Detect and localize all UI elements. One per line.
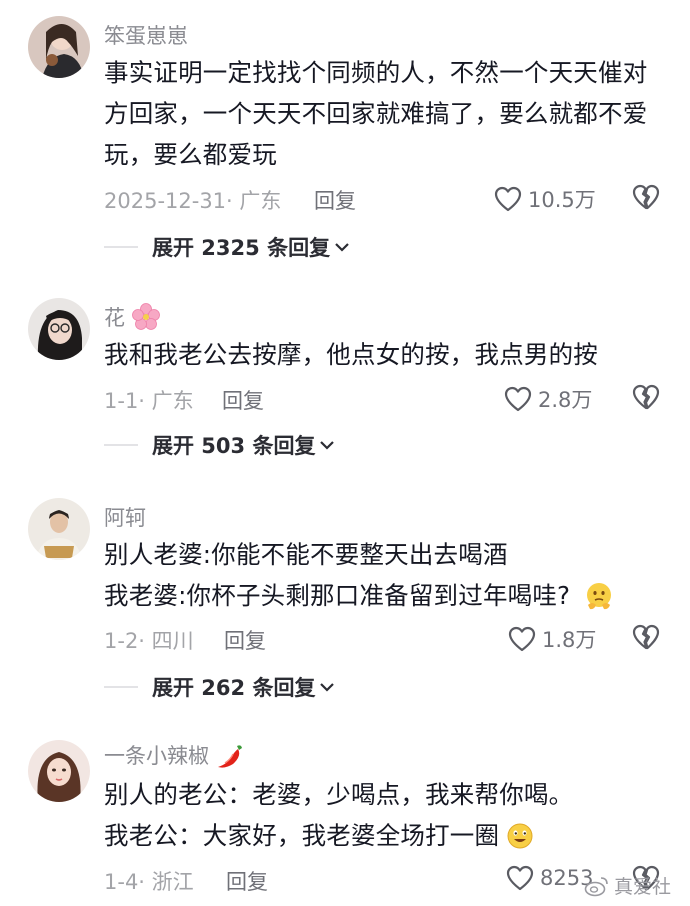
watermark: 真爱社 — [584, 872, 671, 899]
reply-button[interactable]: 回复 — [314, 185, 356, 215]
broken-heart-icon — [632, 384, 660, 410]
comment-date-location: 1-1· 广东 — [104, 389, 194, 413]
comment-text: 我和我老公去按摩，他点女的按，我点男的按 — [104, 334, 669, 375]
weibo-logo-icon — [584, 876, 608, 896]
username[interactable]: 阿轲 — [104, 502, 146, 532]
comment-text: 事实证明一定找找个同频的人，不然一个天天催对 方回家，一个天天不回家就难搞了，要… — [104, 52, 669, 175]
comment-line: 方回家，一个天天不回家就难搞了，要么就都不爱 — [104, 99, 648, 128]
divider — [104, 686, 138, 688]
comment-line: 事实证明一定找找个同频的人，不然一个天天催对 — [104, 58, 648, 87]
watermark-text: 真爱社 — [614, 876, 672, 898]
username-text: 阿轲 — [104, 506, 146, 530]
username[interactable]: 花 — [104, 302, 161, 332]
comment-date-location: 1-4· 浙江 — [104, 870, 194, 894]
avatar[interactable] — [28, 498, 90, 560]
like-button[interactable]: 10.5万 — [494, 184, 596, 214]
chili-pepper-icon — [218, 745, 242, 768]
avatar[interactable] — [28, 298, 90, 360]
comment-line: 玩，要么都爱玩 — [104, 140, 277, 169]
expand-replies-button[interactable]: 展开 2325 条回复 — [104, 232, 350, 262]
divider — [104, 246, 138, 248]
divider — [104, 444, 138, 446]
avatar[interactable] — [28, 16, 90, 78]
grinning-emoji-icon — [507, 823, 533, 848]
like-count: 2.8万 — [538, 388, 593, 412]
broken-heart-icon — [632, 184, 660, 210]
heart-icon — [506, 865, 534, 891]
reply-button[interactable]: 回复 — [226, 866, 268, 896]
cherry-blossom-icon — [132, 303, 160, 330]
dislike-button[interactable] — [632, 183, 660, 211]
like-button[interactable]: 8253 — [506, 865, 593, 891]
username[interactable]: 一条小辣椒 — [104, 740, 245, 770]
broken-heart-icon — [632, 624, 660, 650]
comment-date-location: 1-2· 四川 — [104, 629, 194, 653]
dislike-button[interactable] — [632, 623, 660, 651]
heart-icon — [494, 186, 522, 212]
username[interactable]: 笨蛋崽崽 — [104, 20, 188, 50]
chevron-down-icon — [335, 243, 349, 252]
comment-line: 我老公：大家好，我老婆全场打一圈 — [104, 815, 669, 856]
username-text: 花 — [104, 306, 125, 330]
like-button[interactable]: 1.8万 — [508, 624, 596, 654]
thinking-emoji-icon — [587, 582, 612, 609]
comment-line: 我和我老公去按摩，他点女的按，我点男的按 — [104, 340, 598, 369]
username-text: 一条小辣椒 — [104, 744, 209, 768]
like-count: 1.8万 — [542, 628, 597, 652]
avatar[interactable] — [28, 740, 90, 802]
username-text: 笨蛋崽崽 — [104, 24, 188, 48]
heart-icon — [504, 386, 532, 412]
comment-line: 我老婆:你杯子头剩那口准备留到过年喝哇? — [104, 575, 669, 616]
expand-replies-label: 展开 503 条回复 — [152, 434, 316, 458]
chevron-down-icon — [320, 683, 335, 692]
like-count: 10.5万 — [528, 188, 596, 212]
heart-icon — [508, 626, 536, 652]
dislike-button[interactable] — [632, 383, 660, 411]
like-button[interactable]: 2.8万 — [504, 384, 592, 414]
expand-replies-button[interactable]: 展开 503 条回复 — [104, 430, 335, 460]
reply-button[interactable]: 回复 — [224, 625, 266, 655]
comment-line: 别人老婆:你能不能不要整天出去喝酒 — [104, 540, 508, 569]
comment-line-text: 我老婆:你杯子头剩那口准备留到过年喝哇? — [104, 581, 571, 610]
comment-date-location: 2025-12-31· 广东 — [104, 189, 282, 213]
expand-replies-label: 展开 2325 条回复 — [152, 236, 331, 260]
expand-replies-button[interactable]: 展开 262 条回复 — [104, 672, 335, 702]
expand-replies-label: 展开 262 条回复 — [152, 676, 316, 700]
comment-text: 别人的老公：老婆，少喝点，我来帮你喝。 我老公：大家好，我老婆全场打一圈 — [104, 774, 669, 856]
comment-line: 别人的老公：老婆，少喝点，我来帮你喝。 — [104, 780, 574, 809]
reply-button[interactable]: 回复 — [222, 385, 264, 415]
chevron-down-icon — [320, 441, 335, 450]
comment-text: 别人老婆:你能不能不要整天出去喝酒 我老婆:你杯子头剩那口准备留到过年喝哇? — [104, 534, 669, 616]
comment-line-text: 我老公：大家好，我老婆全场打一圈 — [104, 821, 500, 850]
